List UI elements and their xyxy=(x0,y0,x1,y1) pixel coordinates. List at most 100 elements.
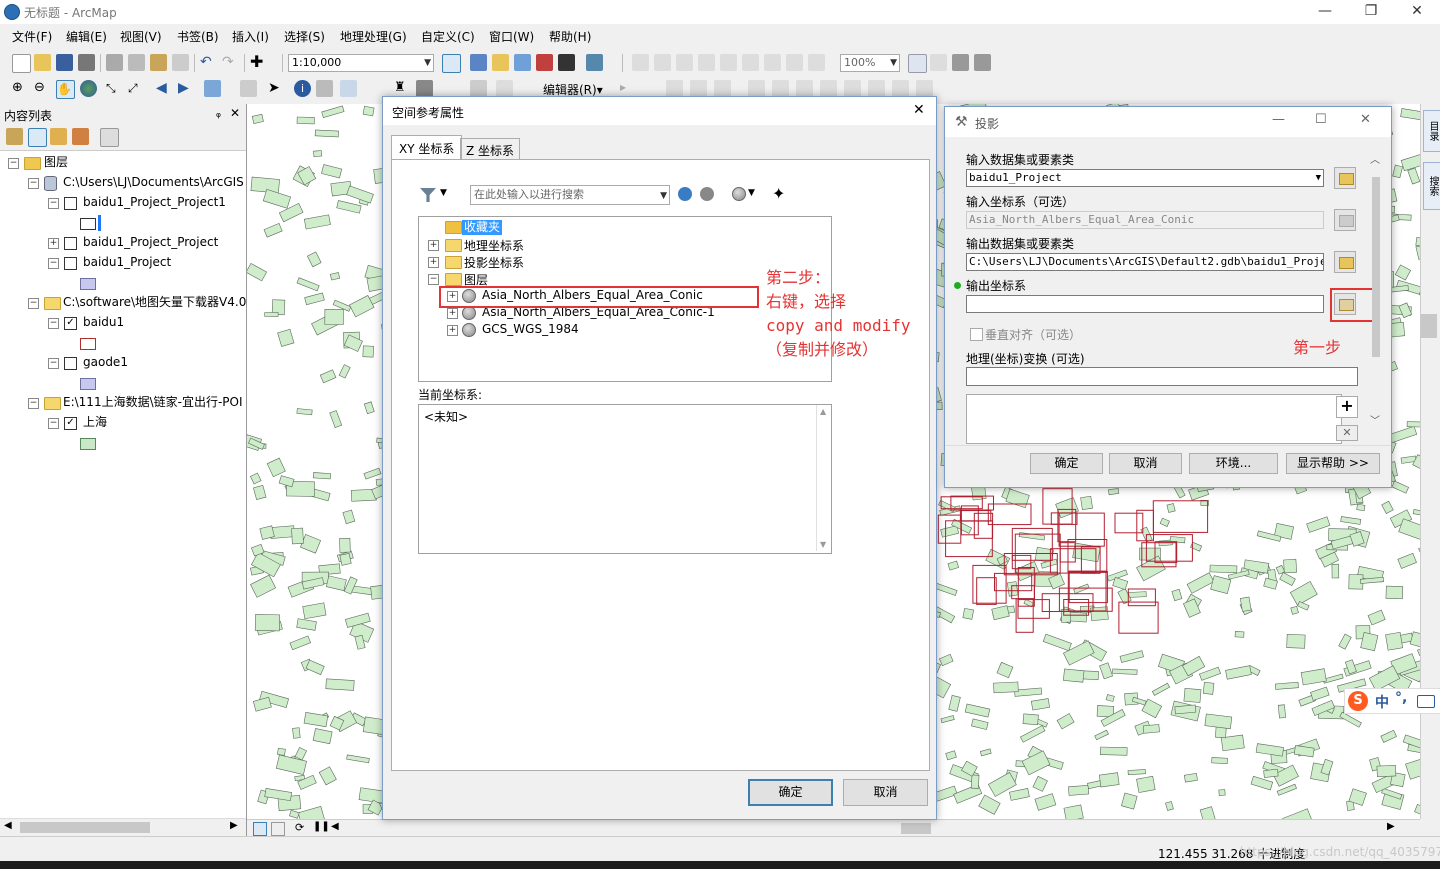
collapse-icon[interactable]: − xyxy=(48,198,59,209)
input-dataset-combo[interactable]: baidu1_Project ▼ xyxy=(966,169,1324,187)
keyboard-icon[interactable] xyxy=(1417,695,1435,708)
fixed-zoom-in-map-icon[interactable]: ⤡ xyxy=(106,80,123,97)
current-cs-textbox[interactable]: <未知> ▲ ▼ xyxy=(418,404,832,554)
identify-icon[interactable]: i xyxy=(294,80,311,97)
menu-insert[interactable]: 插入(I) xyxy=(232,28,269,45)
menu-edit[interactable]: 编辑(E) xyxy=(66,28,107,45)
open-icon[interactable] xyxy=(34,54,51,71)
search-dock-tab[interactable]: 搜索 xyxy=(1423,162,1440,210)
symbol-swatch[interactable] xyxy=(80,218,96,230)
full-page-icon[interactable] xyxy=(698,54,715,71)
forward-extent-icon[interactable] xyxy=(808,54,825,71)
collapse-icon[interactable]: − xyxy=(48,418,59,429)
ok-button[interactable]: 确定 xyxy=(1030,453,1103,474)
menu-windows[interactable]: 窗口(W) xyxy=(489,28,534,45)
arctoolbox-icon[interactable] xyxy=(536,54,553,71)
toc-group-path[interactable]: C:\software\地图矢量下载器V4.0 xyxy=(63,293,246,311)
expand-icon[interactable]: + xyxy=(48,238,59,249)
scrollbar-thumb[interactable] xyxy=(20,822,150,833)
symbol-swatch[interactable] xyxy=(80,278,96,290)
show-help-button[interactable]: 显示帮助 >> xyxy=(1286,453,1380,474)
chevron-down-icon[interactable]: ▼ xyxy=(748,188,755,198)
focus-frame-icon[interactable] xyxy=(930,54,947,71)
collapse-icon[interactable]: − xyxy=(8,158,19,169)
ime-toolbar[interactable]: S 中 °, xyxy=(1344,688,1440,714)
toc-layer-item[interactable]: baidu1_Project_Project xyxy=(83,233,218,251)
list-by-visibility-icon[interactable] xyxy=(50,128,67,145)
python-window-icon[interactable] xyxy=(558,54,575,71)
toc-layer-item[interactable]: gaode1 xyxy=(83,353,128,371)
paste-icon[interactable] xyxy=(150,54,167,71)
go-forward-icon[interactable]: ▶ xyxy=(178,80,195,97)
copy-icon[interactable] xyxy=(128,54,145,71)
search-icon[interactable] xyxy=(678,187,692,201)
table-window-icon[interactable] xyxy=(470,54,487,71)
ime-mode-label[interactable]: 中 xyxy=(1375,692,1389,712)
menu-geoprocessing[interactable]: 地理处理(G) xyxy=(340,28,407,45)
scroll-left-icon[interactable]: ◀ xyxy=(331,821,339,832)
chevron-down-icon[interactable]: ▼ xyxy=(440,188,447,198)
cancel-button[interactable]: 取消 xyxy=(1109,453,1182,474)
add-data-icon[interactable]: ✚ xyxy=(250,54,267,71)
vertical-scrollbar-thumb[interactable] xyxy=(1421,314,1437,338)
search-window-icon[interactable] xyxy=(514,54,531,71)
menu-help[interactable]: 帮助(H) xyxy=(549,28,591,45)
collapse-icon[interactable]: − xyxy=(28,298,39,309)
collapse-icon[interactable]: − xyxy=(48,358,59,369)
menu-bookmarks[interactable]: 书签(B) xyxy=(177,28,219,45)
toc-layer-item[interactable]: baidu1_Project xyxy=(83,253,171,271)
toc-options-icon[interactable] xyxy=(100,128,119,147)
expand-icon[interactable]: + xyxy=(447,308,458,319)
go-back-icon[interactable]: ◀ xyxy=(156,80,173,97)
scroll-right-icon[interactable]: ▶ xyxy=(230,820,238,831)
tab-xy-coordinate-system[interactable]: XY 坐标系 xyxy=(391,135,462,160)
output-dataset-field[interactable]: C:\Users\LJ\Documents\ArcGIS\Default2.gd… xyxy=(966,253,1324,271)
layer-visibility-checkbox[interactable] xyxy=(64,237,77,250)
catalog-dock-tab[interactable]: 目录 xyxy=(1423,110,1440,152)
tree-projected-systems[interactable]: 投影坐标系 xyxy=(464,254,524,271)
scroll-down-icon[interactable]: ﹀ xyxy=(1370,412,1380,427)
list-by-selection-icon[interactable] xyxy=(72,128,89,145)
layer-visibility-checkbox[interactable]: ✓ xyxy=(64,417,77,430)
find-icon[interactable] xyxy=(316,80,333,97)
find-route-icon[interactable]: ♜ xyxy=(394,80,411,97)
list-by-drawing-order-icon[interactable] xyxy=(6,128,23,145)
map-scale-combo[interactable]: 1:10,000 ▼ xyxy=(288,54,434,72)
map-scrollbar[interactable]: ⟳ ❚❚ ◀ ▶ xyxy=(247,819,1420,837)
list-by-source-icon[interactable] xyxy=(28,128,47,147)
layer-visibility-checkbox[interactable] xyxy=(64,197,77,210)
cut-icon[interactable] xyxy=(106,54,123,71)
editor-toolbar-icon[interactable] xyxy=(442,54,461,73)
close-button[interactable]: ✕ xyxy=(1394,0,1440,24)
expand-icon[interactable]: + xyxy=(428,240,439,251)
new-document-icon[interactable] xyxy=(12,54,31,73)
add-transform-icon[interactable]: + xyxy=(1336,396,1358,418)
scroll-up-icon[interactable]: ▲ xyxy=(820,407,826,416)
filter-icon[interactable] xyxy=(420,188,436,202)
change-layout-icon[interactable] xyxy=(952,54,969,71)
print-icon[interactable] xyxy=(78,54,95,71)
hyperlink-icon[interactable] xyxy=(470,80,487,97)
pause-drawing-icon[interactable]: ❚❚ xyxy=(313,821,330,832)
menu-file[interactable]: 文件(F) xyxy=(12,28,52,45)
zoom-whole-page-icon[interactable] xyxy=(764,54,781,71)
html-popup-icon[interactable] xyxy=(340,80,357,97)
toc-layer-item[interactable]: baidu1_Project_Project1 xyxy=(83,193,226,211)
model-builder-icon[interactable] xyxy=(586,54,603,71)
vertical-checkbox[interactable] xyxy=(970,328,983,341)
vertical-scrollbar[interactable]: ▲ ▼ xyxy=(816,405,831,551)
toc-root-layers[interactable]: 图层 xyxy=(44,153,68,171)
globe-icon[interactable] xyxy=(732,187,746,201)
refresh-icon[interactable]: ⟳ xyxy=(295,821,304,834)
layer-visibility-checkbox[interactable]: ✓ xyxy=(64,317,77,330)
tree-favorites[interactable]: 收藏夹 xyxy=(462,220,503,235)
scroll-down-icon[interactable]: ▼ xyxy=(820,540,826,549)
pin-icon[interactable]: ᵩ xyxy=(216,106,221,120)
scroll-up-icon[interactable]: ︿ xyxy=(1370,151,1380,166)
add-to-favorites-icon[interactable]: ✦ xyxy=(772,184,785,203)
layer-visibility-checkbox[interactable] xyxy=(64,257,77,270)
transform-list[interactable] xyxy=(966,394,1342,444)
maximize-button[interactable]: ☐ xyxy=(1315,112,1327,127)
select-features-icon[interactable] xyxy=(204,80,221,97)
collapse-icon[interactable]: − xyxy=(28,398,39,409)
